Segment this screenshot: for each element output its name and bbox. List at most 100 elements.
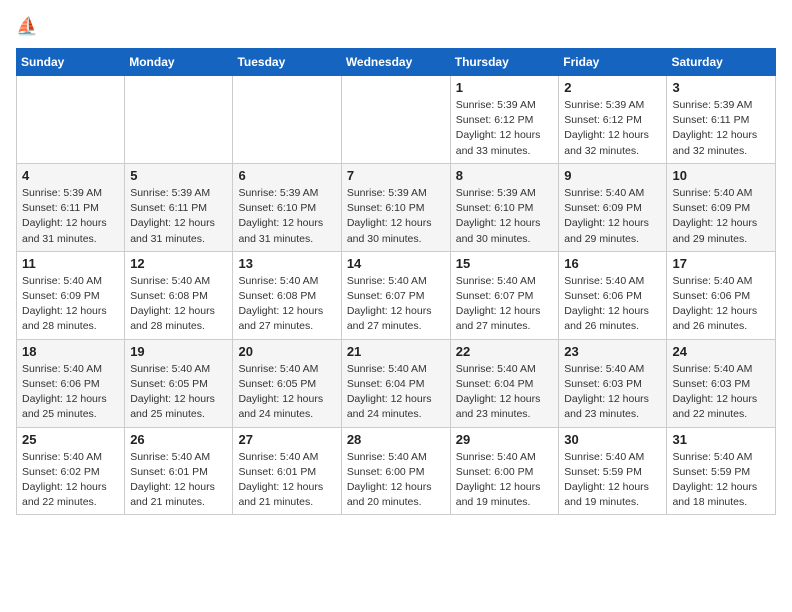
day-number: 15 [456, 256, 554, 271]
day-info: Sunrise: 5:40 AM Sunset: 6:07 PM Dayligh… [456, 274, 554, 335]
day-number: 17 [672, 256, 770, 271]
day-info: Sunrise: 5:40 AM Sunset: 6:09 PM Dayligh… [564, 186, 661, 247]
day-number: 12 [130, 256, 227, 271]
calendar-week-1: 1 Sunrise: 5:39 AM Sunset: 6:12 PM Daylig… [17, 76, 776, 164]
calendar-cell [233, 76, 341, 164]
day-info: Sunrise: 5:40 AM Sunset: 6:00 PM Dayligh… [347, 450, 445, 511]
calendar-cell: 13 Sunrise: 5:40 AM Sunset: 6:08 PM Dayli… [233, 251, 341, 339]
calendar-week-2: 4 Sunrise: 5:39 AM Sunset: 6:11 PM Daylig… [17, 163, 776, 251]
calendar-cell: 14Sunrise: 5:40 AM Sunset: 6:07 PM Dayli… [341, 251, 450, 339]
day-header-wednesday: Wednesday [341, 49, 450, 76]
day-info: Sunrise: 5:39 AM Sunset: 6:11 PM Dayligh… [672, 98, 770, 159]
calendar-cell: 30Sunrise: 5:40 AM Sunset: 5:59 PM Dayli… [559, 427, 667, 515]
day-info: Sunrise: 5:40 AM Sunset: 6:06 PM Dayligh… [672, 274, 770, 335]
day-header-saturday: Saturday [667, 49, 776, 76]
calendar-cell: 10 Sunrise: 5:40 AM Sunset: 6:09 PM Dayli… [667, 163, 776, 251]
calendar-cell: 26 Sunrise: 5:40 AM Sunset: 6:01 PM Dayli… [125, 427, 233, 515]
day-info: Sunrise: 5:40 AM Sunset: 6:00 PM Dayligh… [456, 450, 554, 511]
day-info: Sunrise: 5:40 AM Sunset: 6:03 PM Dayligh… [564, 362, 661, 423]
day-number: 10 [672, 168, 770, 183]
day-number: 28 [347, 432, 445, 447]
day-info: Sunrise: 5:40 AM Sunset: 6:05 PM Dayligh… [238, 362, 335, 423]
day-number: 23 [564, 344, 661, 359]
day-info: Sunrise: 5:40 AM Sunset: 6:01 PM Dayligh… [130, 450, 227, 511]
calendar-week-3: 11 Sunrise: 5:40 AM Sunset: 6:09 PM Dayli… [17, 251, 776, 339]
calendar-cell: 29 Sunrise: 5:40 AM Sunset: 6:00 PM Dayli… [450, 427, 559, 515]
calendar-cell: 5 Sunrise: 5:39 AM Sunset: 6:11 PM Daylig… [125, 163, 233, 251]
calendar-cell: 16Sunrise: 5:40 AM Sunset: 6:06 PM Dayli… [559, 251, 667, 339]
day-info: Sunrise: 5:40 AM Sunset: 6:05 PM Dayligh… [130, 362, 227, 423]
day-info: Sunrise: 5:40 AM Sunset: 6:09 PM Dayligh… [22, 274, 119, 335]
day-number: 24 [672, 344, 770, 359]
day-info: Sunrise: 5:40 AM Sunset: 6:08 PM Dayligh… [238, 274, 335, 335]
calendar-cell: 4Sunrise: 5:39 AM Sunset: 6:11 PM Daylig… [17, 163, 125, 251]
svg-text:⛵: ⛵ [16, 16, 38, 36]
day-number: 19 [130, 344, 227, 359]
day-number: 4 [22, 168, 119, 183]
day-info: Sunrise: 5:40 AM Sunset: 5:59 PM Dayligh… [672, 450, 770, 511]
calendar-cell: 18Sunrise: 5:40 AM Sunset: 6:06 PM Dayli… [17, 339, 125, 427]
day-info: Sunrise: 5:40 AM Sunset: 6:08 PM Dayligh… [130, 274, 227, 335]
calendar-cell: 2Sunrise: 5:39 AM Sunset: 6:12 PM Daylig… [559, 76, 667, 164]
day-number: 5 [130, 168, 227, 183]
day-number: 20 [238, 344, 335, 359]
logo-icon: ⛵ [16, 16, 40, 40]
calendar-cell: 15 Sunrise: 5:40 AM Sunset: 6:07 PM Dayli… [450, 251, 559, 339]
day-info: Sunrise: 5:39 AM Sunset: 6:12 PM Dayligh… [564, 98, 661, 159]
calendar-cell: 23 Sunrise: 5:40 AM Sunset: 6:03 PM Dayli… [559, 339, 667, 427]
calendar-cell: 22Sunrise: 5:40 AM Sunset: 6:04 PM Dayli… [450, 339, 559, 427]
calendar-week-4: 18Sunrise: 5:40 AM Sunset: 6:06 PM Dayli… [17, 339, 776, 427]
day-header-monday: Monday [125, 49, 233, 76]
day-info: Sunrise: 5:39 AM Sunset: 6:12 PM Dayligh… [456, 98, 554, 159]
day-header-friday: Friday [559, 49, 667, 76]
calendar-cell: 12 Sunrise: 5:40 AM Sunset: 6:08 PM Dayli… [125, 251, 233, 339]
day-number: 21 [347, 344, 445, 359]
day-number: 7 [347, 168, 445, 183]
day-info: Sunrise: 5:39 AM Sunset: 6:10 PM Dayligh… [456, 186, 554, 247]
calendar-cell: 27 Sunrise: 5:40 AM Sunset: 6:01 PM Dayli… [233, 427, 341, 515]
day-info: Sunrise: 5:39 AM Sunset: 6:10 PM Dayligh… [347, 186, 445, 247]
day-number: 27 [238, 432, 335, 447]
calendar-cell: 6Sunrise: 5:39 AM Sunset: 6:10 PM Daylig… [233, 163, 341, 251]
day-number: 31 [672, 432, 770, 447]
day-number: 29 [456, 432, 554, 447]
day-number: 22 [456, 344, 554, 359]
calendar-header-row: SundayMondayTuesdayWednesdayThursdayFrid… [17, 49, 776, 76]
calendar-cell: 1 Sunrise: 5:39 AM Sunset: 6:12 PM Daylig… [450, 76, 559, 164]
day-info: Sunrise: 5:40 AM Sunset: 6:03 PM Dayligh… [672, 362, 770, 423]
calendar-cell: 3 Sunrise: 5:39 AM Sunset: 6:11 PM Daylig… [667, 76, 776, 164]
day-number: 1 [456, 80, 554, 95]
day-info: Sunrise: 5:40 AM Sunset: 6:06 PM Dayligh… [564, 274, 661, 335]
day-info: Sunrise: 5:40 AM Sunset: 6:09 PM Dayligh… [672, 186, 770, 247]
day-info: Sunrise: 5:40 AM Sunset: 6:04 PM Dayligh… [347, 362, 445, 423]
calendar-cell: 20 Sunrise: 5:40 AM Sunset: 6:05 PM Dayli… [233, 339, 341, 427]
calendar: SundayMondayTuesdayWednesdayThursdayFrid… [16, 48, 776, 515]
day-number: 11 [22, 256, 119, 271]
day-number: 26 [130, 432, 227, 447]
calendar-cell: 19 Sunrise: 5:40 AM Sunset: 6:05 PM Dayli… [125, 339, 233, 427]
calendar-cell [125, 76, 233, 164]
calendar-week-5: 25 Sunrise: 5:40 AM Sunset: 6:02 PM Dayli… [17, 427, 776, 515]
day-header-tuesday: Tuesday [233, 49, 341, 76]
calendar-cell [341, 76, 450, 164]
day-number: 30 [564, 432, 661, 447]
calendar-cell [17, 76, 125, 164]
calendar-cell: 7 Sunrise: 5:39 AM Sunset: 6:10 PM Daylig… [341, 163, 450, 251]
day-info: Sunrise: 5:39 AM Sunset: 6:11 PM Dayligh… [130, 186, 227, 247]
day-number: 14 [347, 256, 445, 271]
logo: ⛵ [16, 16, 44, 40]
day-number: 18 [22, 344, 119, 359]
day-info: Sunrise: 5:40 AM Sunset: 6:01 PM Dayligh… [238, 450, 335, 511]
calendar-cell: 17 Sunrise: 5:40 AM Sunset: 6:06 PM Dayli… [667, 251, 776, 339]
day-number: 25 [22, 432, 119, 447]
day-info: Sunrise: 5:39 AM Sunset: 6:10 PM Dayligh… [238, 186, 335, 247]
calendar-cell: 9 Sunrise: 5:40 AM Sunset: 6:09 PM Daylig… [559, 163, 667, 251]
day-number: 9 [564, 168, 661, 183]
day-number: 3 [672, 80, 770, 95]
calendar-cell: 8Sunrise: 5:39 AM Sunset: 6:10 PM Daylig… [450, 163, 559, 251]
day-number: 13 [238, 256, 335, 271]
calendar-cell: 25 Sunrise: 5:40 AM Sunset: 6:02 PM Dayli… [17, 427, 125, 515]
day-header-sunday: Sunday [17, 49, 125, 76]
calendar-cell: 31 Sunrise: 5:40 AM Sunset: 5:59 PM Dayli… [667, 427, 776, 515]
day-info: Sunrise: 5:40 AM Sunset: 6:02 PM Dayligh… [22, 450, 119, 511]
